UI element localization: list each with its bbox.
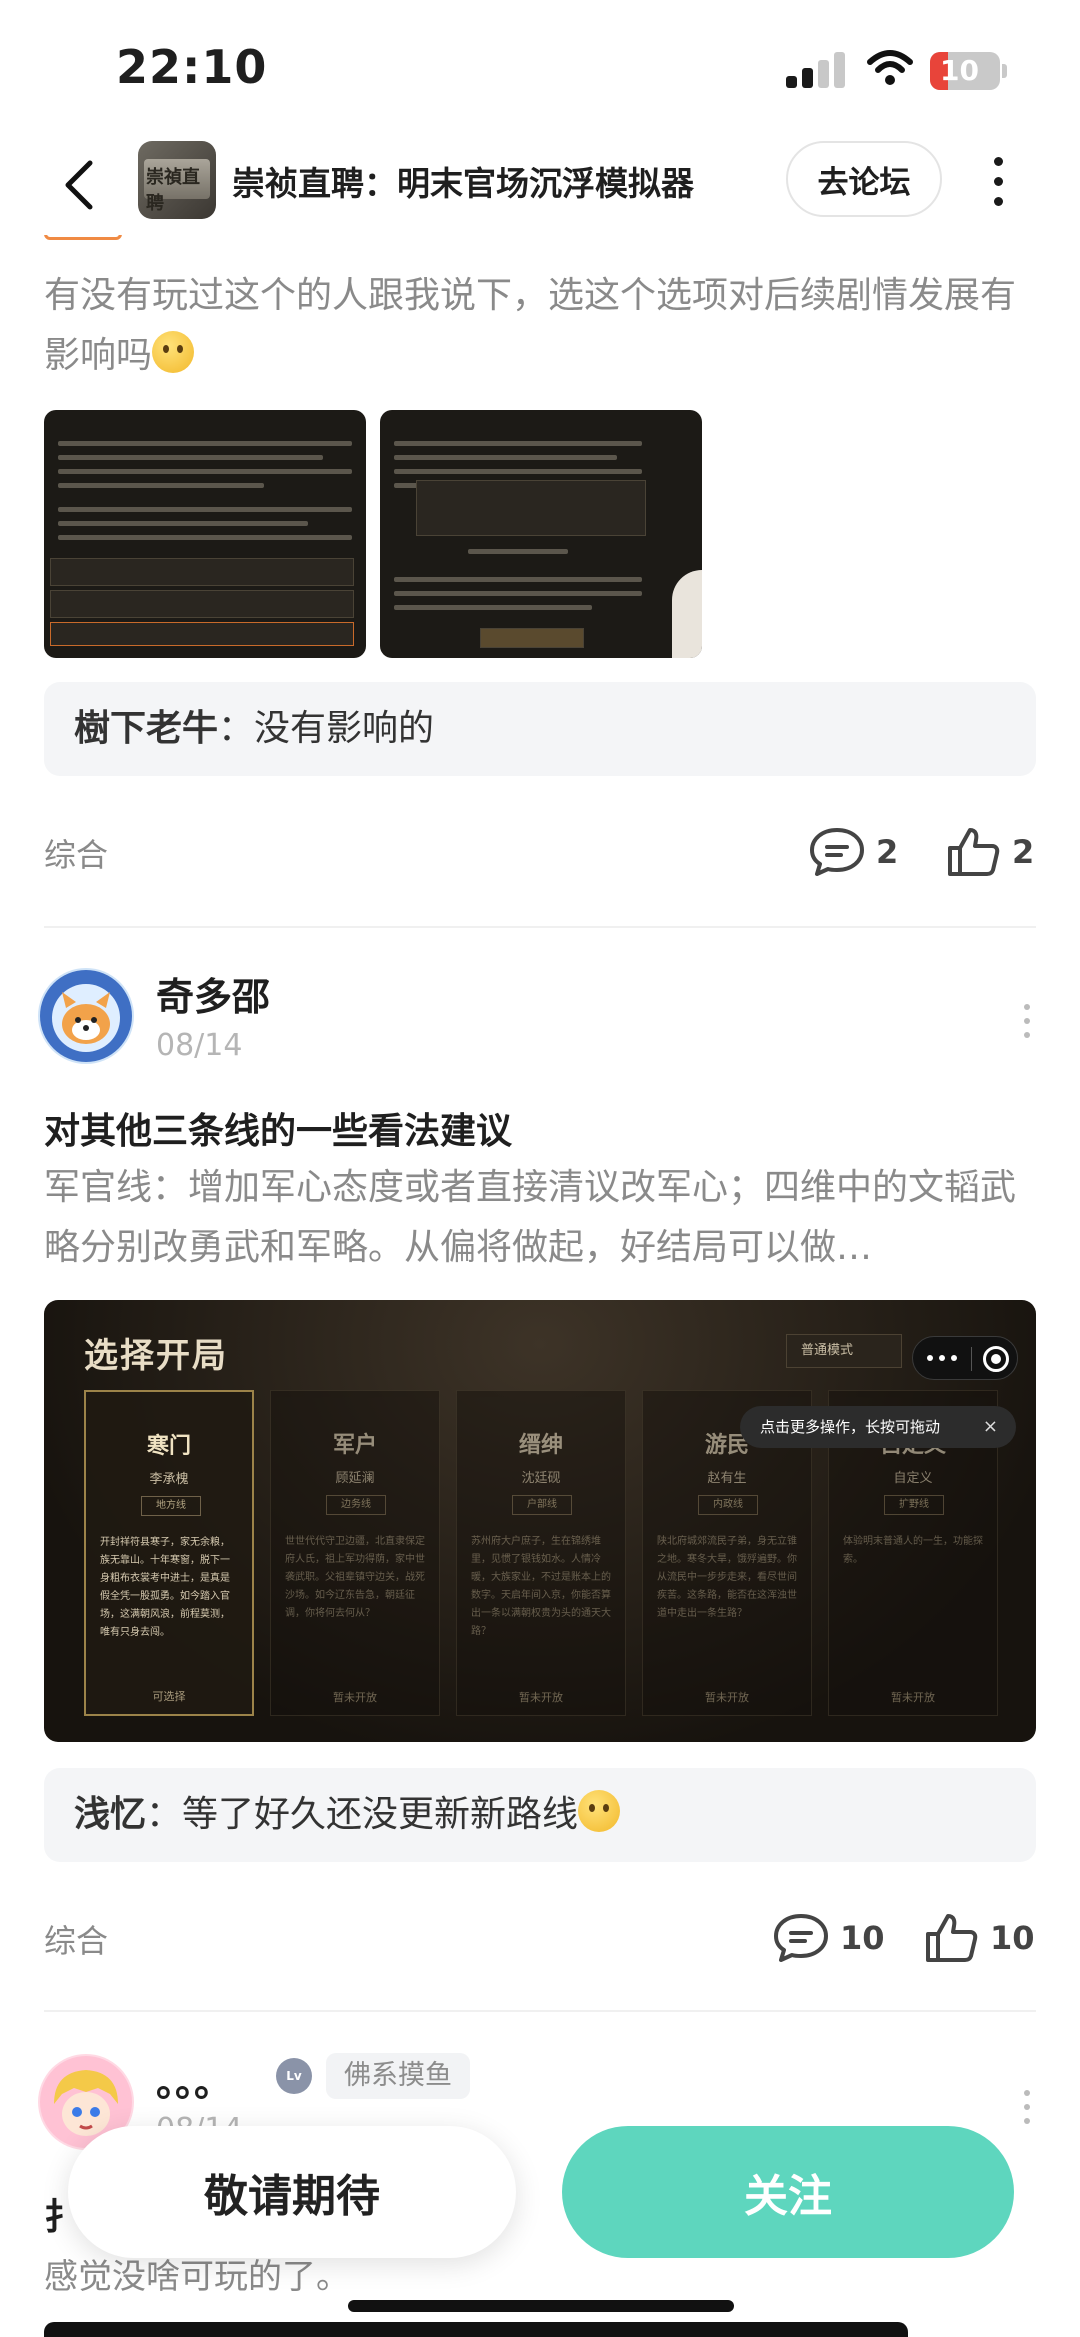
post-image[interactable]: 选择开局 普通模式 寒门 李承槐 地方线 开封祥符县寒子，家无余粮，族无靠山。十… bbox=[44, 1300, 1036, 1742]
battery-icon: 10 bbox=[930, 52, 1000, 90]
avatar[interactable] bbox=[38, 968, 134, 1064]
app-header: 崇禎直聘 崇祯直聘：明末官场沉浮模拟器 去论坛 bbox=[0, 135, 1080, 235]
app-icon[interactable]: 崇禎直聘 bbox=[138, 141, 216, 219]
comment-text: 没有影响的 bbox=[254, 708, 435, 749]
more-options-icon[interactable] bbox=[988, 155, 1008, 209]
miniapp-capsule bbox=[912, 1336, 1018, 1380]
start-card: 军户 顾延澜 边务线 世世代代守卫边疆，北直隶保定府人氏，祖上军功得荫，家中世袭… bbox=[270, 1390, 440, 1716]
post-description[interactable]: 有没有玩过这个的人跟我说下，选这个选项对后续剧情发展有影响吗 bbox=[44, 266, 1040, 386]
post-meta-row: 综合 2 2 bbox=[44, 820, 1036, 884]
hot-comment[interactable]: 樹下老牛：没有影响的 bbox=[44, 682, 1036, 776]
game-screen-title: 选择开局 bbox=[84, 1336, 228, 1376]
app-title[interactable]: 崇祯直聘：明末官场沉浮模拟器 bbox=[232, 157, 694, 205]
comment-author[interactable]: 浅忆 bbox=[74, 1794, 146, 1835]
level-badge-icon: Lv bbox=[276, 2058, 312, 2094]
post-description[interactable]: 军官线：增加军心态度或者直接清议改军心；四维中的文韬武略分别改勇武和军略。从偏将… bbox=[44, 1158, 1040, 1278]
divider bbox=[44, 926, 1036, 928]
post-title[interactable]: 对其他三条线的一些看法建议 bbox=[44, 1102, 512, 1154]
post-category[interactable]: 综合 bbox=[44, 830, 108, 876]
forum-button[interactable]: 去论坛 bbox=[786, 141, 942, 217]
post-image[interactable] bbox=[44, 410, 366, 658]
comment-icon bbox=[774, 1914, 828, 1962]
author-name[interactable]: 奇多邵 bbox=[156, 966, 270, 1021]
close-icon: × bbox=[982, 1416, 998, 1437]
app-icon-text: 崇禎直聘 bbox=[146, 167, 200, 214]
status-time: 22:10 bbox=[116, 40, 268, 94]
post-more-icon[interactable] bbox=[1022, 2090, 1032, 2130]
post-title-partial[interactable]: 扌 bbox=[44, 2188, 68, 2240]
comment-count-button[interactable]: 10 bbox=[772, 1912, 885, 1964]
coming-soon-button[interactable]: 敬请期待 bbox=[68, 2126, 516, 2258]
comment-text: 等了好久还没更新新路线 bbox=[182, 1794, 579, 1835]
crying-emoji-icon bbox=[578, 1790, 621, 1832]
status-bar: 22:10 10 bbox=[0, 0, 1080, 135]
comment-author[interactable]: 樹下老牛 bbox=[74, 708, 218, 749]
post-meta-row: 综合 10 10 bbox=[44, 1906, 1036, 1970]
like-button[interactable]: 10 bbox=[924, 1912, 1035, 1964]
wifi-icon bbox=[867, 50, 913, 85]
post-category[interactable]: 综合 bbox=[44, 1916, 108, 1962]
thinking-emoji-icon bbox=[152, 331, 195, 373]
divider bbox=[44, 2010, 1036, 2012]
like-button[interactable]: 2 bbox=[946, 826, 1034, 878]
home-indicator[interactable] bbox=[348, 2300, 734, 2312]
mode-select: 普通模式 bbox=[786, 1334, 902, 1368]
user-tag: 佛系摸鱼 bbox=[326, 2053, 470, 2099]
follow-button[interactable]: 关注 bbox=[562, 2126, 1014, 2258]
back-button[interactable] bbox=[54, 155, 104, 215]
comment-count-button[interactable]: 2 bbox=[808, 826, 898, 878]
comment-icon bbox=[810, 828, 864, 876]
post-more-icon[interactable] bbox=[1022, 1004, 1032, 1044]
post-image[interactable] bbox=[380, 410, 702, 658]
thumbs-up-icon bbox=[926, 1914, 978, 1962]
start-card: 缙绅 沈廷砚 户部线 苏州府大户庶子，生在锦绣堆里，见惯了银钱如水。人情冷暖，大… bbox=[456, 1390, 626, 1716]
chevron-left-icon bbox=[65, 160, 93, 210]
hot-comment[interactable]: 浅忆：等了好久还没更新新路线 bbox=[44, 1768, 1036, 1862]
thumbs-up-icon bbox=[948, 828, 1000, 876]
miniapp-tooltip: 点击更多操作，长按可拖动 × bbox=[740, 1406, 1016, 1448]
start-card: 寒门 李承槐 地方线 开封祥符县寒子，家无余粮，族无靠山。十年寒窗，脱下一身粗布… bbox=[84, 1390, 254, 1716]
post-date: 08/14 bbox=[156, 1028, 243, 1063]
battery-level: 10 bbox=[940, 54, 979, 87]
author-name[interactable]: 。。。 bbox=[156, 2052, 232, 2107]
next-post-image-peek bbox=[44, 2322, 908, 2337]
cellular-signal-icon bbox=[786, 52, 846, 88]
